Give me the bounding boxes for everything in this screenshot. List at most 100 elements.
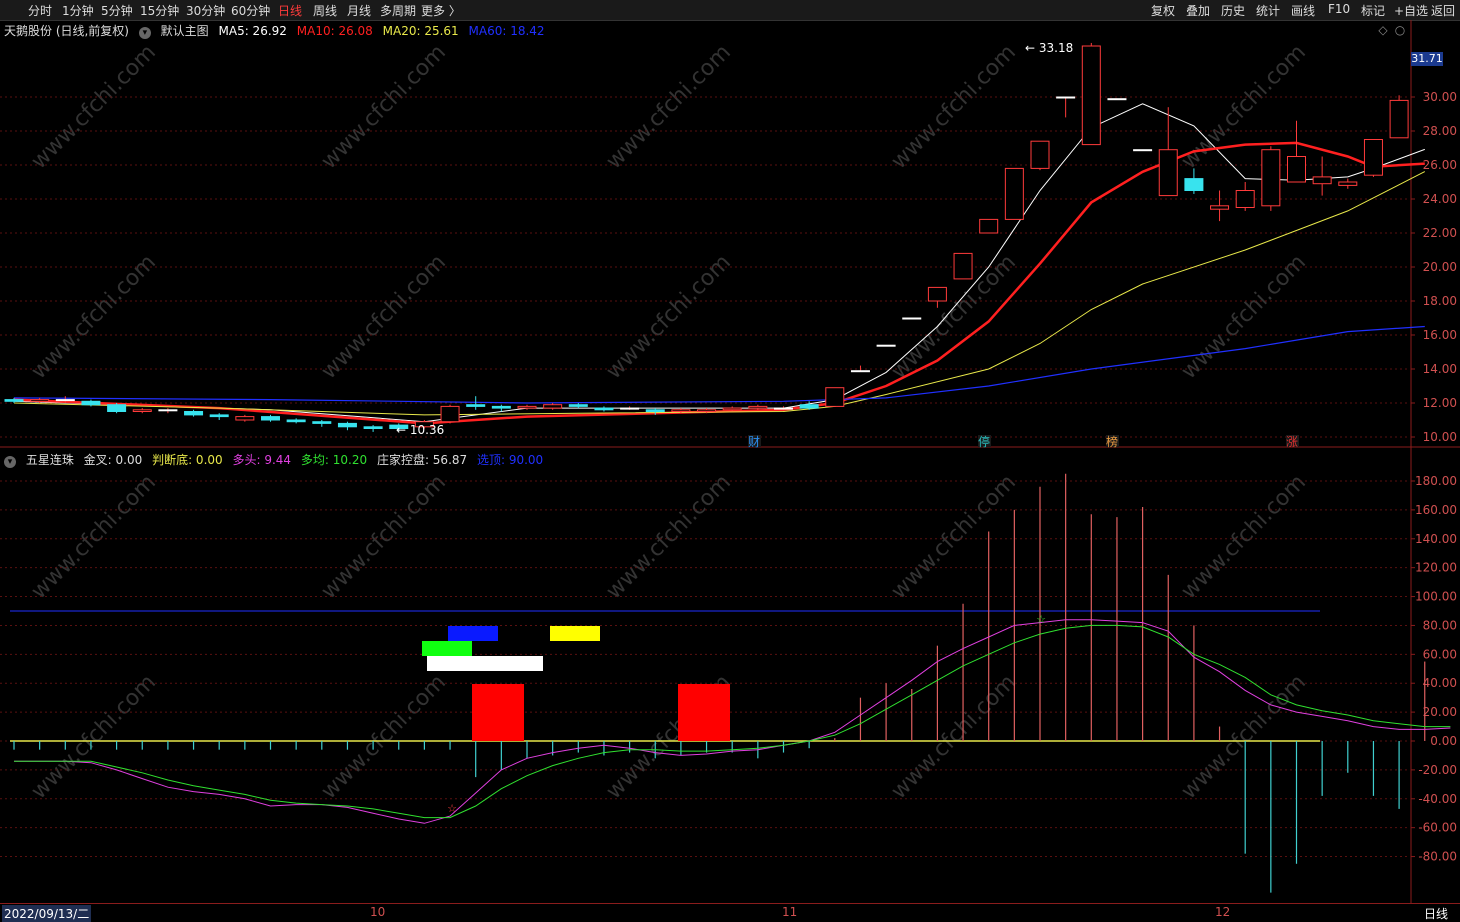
candle-body <box>1235 190 1255 208</box>
candle-body <box>107 404 127 413</box>
price-tick-label: 22.00 <box>1423 226 1457 240</box>
candle-body <box>55 399 75 402</box>
sub-tick-label: 160.00 <box>1415 503 1457 517</box>
candle-body <box>4 399 24 402</box>
watermark-text: www.cfchi.com <box>317 250 451 384</box>
event-tag: 停 <box>978 434 990 449</box>
candle-body <box>953 252 973 280</box>
sub-tick-label: -40.00 <box>1418 792 1457 806</box>
low-price-label: ← 10.36 <box>396 423 444 437</box>
candle-body <box>81 400 101 406</box>
month-label-10: 10 <box>370 905 386 919</box>
signal-block-green <box>422 641 472 656</box>
candle-body <box>363 426 383 429</box>
signal-block-yellow <box>550 626 600 641</box>
candle-body <box>466 404 486 407</box>
candle-body <box>645 409 665 412</box>
candle-body <box>671 409 691 412</box>
price-tick-label: 12.00 <box>1423 396 1457 410</box>
candle-body <box>1210 205 1230 210</box>
candle-body <box>697 409 717 412</box>
candle-body <box>337 422 357 428</box>
kline-chart[interactable]: www.cfchi.com www.cfchi.com www.cfchi.com w… <box>0 0 1460 903</box>
candle-body <box>902 317 922 320</box>
candle-body <box>1287 156 1306 183</box>
watermark-text: www.cfchi.com <box>1177 470 1311 604</box>
candle-body <box>1158 149 1178 197</box>
candle-body <box>286 419 306 423</box>
candle-body <box>594 407 614 411</box>
candle-body <box>312 421 332 424</box>
candle-body <box>927 286 947 302</box>
duojun-line <box>14 624 1451 819</box>
watermark-text: www.cfchi.com <box>317 670 451 804</box>
candle-body <box>876 344 896 347</box>
cross-star-icon: ☆ <box>447 802 457 815</box>
price-highlight: 31.71 <box>1411 52 1443 66</box>
cross-star-icon: ☆ <box>1036 613 1046 626</box>
sub-tick-label: 20.00 <box>1423 705 1457 719</box>
price-tick-label: 30.00 <box>1423 90 1457 104</box>
candle-body <box>132 409 152 412</box>
candle-body <box>1056 96 1076 99</box>
candle-body <box>799 404 819 409</box>
watermark-text: www.cfchi.com <box>887 40 1021 174</box>
candle-body <box>158 409 178 412</box>
watermark-text: www.cfchi.com <box>887 470 1021 604</box>
candle-body <box>774 407 793 410</box>
event-tag: 财 <box>748 435 760 449</box>
sub-tick-label: -20.00 <box>1418 763 1457 777</box>
candle-body <box>1363 139 1383 176</box>
candle-body <box>568 404 588 407</box>
cursor-date: 2022/09/13/二 <box>2 905 92 922</box>
watermark-text: www.cfchi.com <box>1177 40 1311 174</box>
watermark-text: www.cfchi.com <box>602 40 736 174</box>
watermark-text: www.cfchi.com <box>887 670 1021 804</box>
candle-body <box>30 399 50 402</box>
candle-body <box>235 416 255 421</box>
signal-block-red <box>472 684 524 741</box>
candle-body <box>1184 178 1204 192</box>
candle-body <box>1338 181 1358 186</box>
sub-tick-label: -80.00 <box>1418 850 1457 864</box>
signal-block-red <box>678 684 730 741</box>
candle-body <box>440 405 460 423</box>
watermark-text: www.cfchi.com <box>27 670 161 804</box>
candle-body <box>1133 149 1153 152</box>
sub-tick-label: 120.00 <box>1415 561 1457 575</box>
watermark-text: www.cfchi.com <box>1177 250 1311 384</box>
price-tick-label: 16.00 <box>1423 328 1457 342</box>
price-tick-label: 18.00 <box>1423 294 1457 308</box>
circle-icon: ○ <box>1395 23 1405 37</box>
price-tick-label: 24.00 <box>1423 192 1457 206</box>
candle-body <box>1107 98 1127 101</box>
price-tick-label: 10.00 <box>1423 430 1457 444</box>
sub-tick-label: 60.00 <box>1423 647 1457 661</box>
watermark-text: www.cfchi.com <box>317 40 451 174</box>
candle-body <box>1312 176 1332 185</box>
watermark-text: www.cfchi.com <box>602 250 736 384</box>
candle-body <box>1261 149 1281 207</box>
candle-body <box>748 405 768 409</box>
price-tick-label: 14.00 <box>1423 362 1457 376</box>
time-axis: 2022/09/13/二 10 11 12 日线 <box>0 903 1460 922</box>
candle-body <box>491 405 511 409</box>
watermark-text: www.cfchi.com <box>317 470 451 604</box>
event-tag: 涨 <box>1286 434 1298 449</box>
watermark-text: www.cfchi.com <box>602 470 736 604</box>
candle-body <box>620 407 640 410</box>
price-tick-label: 28.00 <box>1423 124 1457 138</box>
high-price-label: ← 33.18 <box>1025 41 1073 55</box>
sub-tick-label: 180.00 <box>1415 474 1457 488</box>
sub-tick-label: -60.00 <box>1418 821 1457 835</box>
candle-body <box>825 387 845 407</box>
sub-tick-label: 80.00 <box>1423 618 1457 632</box>
watermark-text: www.cfchi.com <box>27 250 161 384</box>
candle-body <box>1030 140 1050 169</box>
watermark-text: www.cfchi.com <box>27 40 161 174</box>
candle-body <box>850 370 870 373</box>
period-label[interactable]: 日线 <box>1424 905 1448 922</box>
sub-tick-label: 100.00 <box>1415 590 1457 604</box>
event-tag: 榜 <box>1106 434 1118 449</box>
candle-body <box>1004 167 1024 220</box>
